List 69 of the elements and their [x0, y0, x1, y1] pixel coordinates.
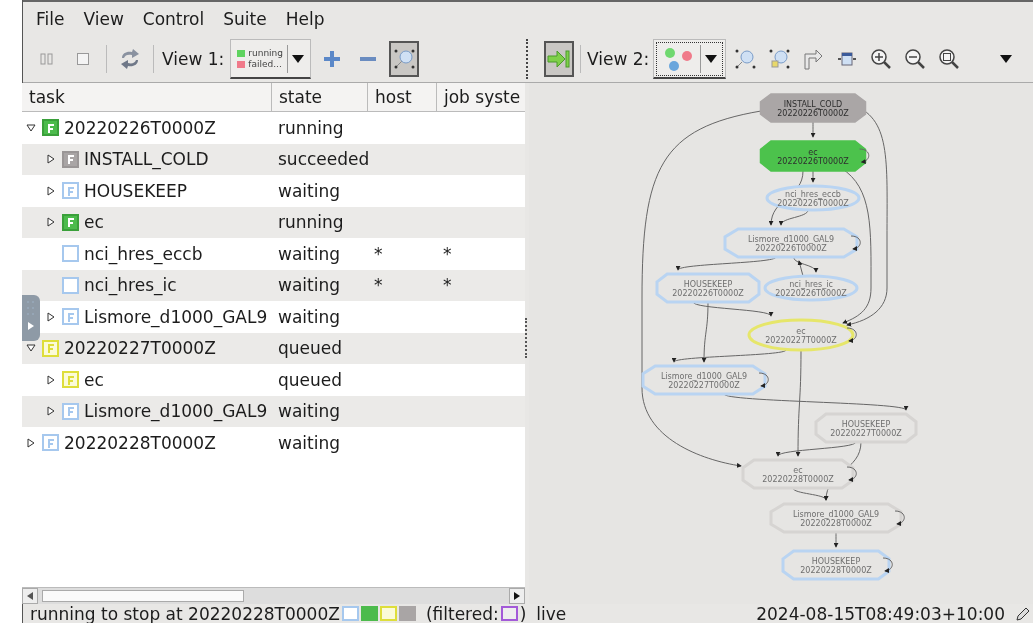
- menu-item[interactable]: File: [36, 9, 65, 29]
- node-cycle: 20220226T0000Z: [775, 289, 847, 298]
- legend-text: running: [248, 48, 284, 58]
- column-header[interactable]: task: [22, 83, 272, 111]
- node-name: Lismore_d1000_GAL9: [660, 371, 748, 381]
- state-text: waiting: [278, 432, 340, 453]
- job-system-text: *: [443, 275, 452, 296]
- state-text: queued: [278, 338, 343, 359]
- task-name[interactable]: nci_hres_eccb: [84, 243, 203, 264]
- legend-text: failed...: [248, 59, 282, 69]
- task-name[interactable]: HOUSEKEEP: [84, 180, 188, 201]
- state-text: waiting: [278, 243, 340, 264]
- node-name: ec: [808, 147, 818, 157]
- host-text: *: [374, 275, 383, 296]
- node-name: nci_hres_eccb: [785, 189, 841, 199]
- status-message: running to stop at 20220228T0000Z: [30, 603, 340, 623]
- state-text: waiting: [278, 306, 340, 327]
- node-cycle: 20220226T0000Z: [777, 109, 849, 118]
- view-label: View 1:: [162, 49, 225, 69]
- node-name: HOUSEKEEP: [841, 419, 891, 429]
- host-text: *: [374, 243, 383, 264]
- task-name[interactable]: 20220227T0000Z: [64, 338, 216, 359]
- view-label: View 2:: [587, 49, 650, 69]
- column-header[interactable]: job syste: [437, 83, 525, 111]
- state-text: queued: [278, 369, 343, 390]
- task-name[interactable]: ec: [84, 369, 104, 390]
- task-name[interactable]: INSTALL_COLD: [84, 149, 209, 170]
- view-combo[interactable]: running failed...: [230, 39, 312, 79]
- state-text: waiting: [278, 275, 340, 296]
- state-text: succeeded: [278, 149, 370, 170]
- node-cycle: 20220227T0000Z: [668, 381, 740, 390]
- menu-item[interactable]: Control: [142, 9, 205, 29]
- state-text: waiting: [278, 180, 340, 201]
- node-cycle: 20220228T0000Z: [800, 519, 872, 528]
- task-name[interactable]: 20220226T0000Z: [64, 117, 216, 138]
- state-text: running: [278, 117, 344, 138]
- node-name: Lismore_d1000_GAL9: [792, 509, 880, 519]
- job-system-text: *: [443, 243, 452, 264]
- node-cycle: 20220226T0000Z: [755, 244, 827, 253]
- node-cycle: 20220226T0000Z: [672, 289, 744, 298]
- filtered-close: ): [519, 603, 527, 623]
- node-name: INSTALL_COLD: [783, 99, 843, 109]
- state-text: waiting: [278, 401, 340, 422]
- menu-item[interactable]: View: [83, 9, 124, 29]
- menu-item[interactable]: Help: [285, 9, 325, 29]
- node-name: ec: [796, 326, 806, 336]
- node-cycle: 20220228T0000Z: [762, 475, 834, 484]
- node-name: HOUSEKEEP: [683, 279, 733, 289]
- task-name[interactable]: Lismore_d1000_GAL9: [84, 401, 268, 422]
- column-header[interactable]: host: [368, 83, 437, 111]
- node-name: Lismore_d1000_GAL9: [747, 234, 835, 244]
- task-name[interactable]: nci_hres_ic: [84, 275, 177, 296]
- node-name: nci_hres_ic: [789, 279, 833, 289]
- node-name: ec: [793, 465, 803, 475]
- node-cycle: 20220227T0000Z: [830, 429, 902, 438]
- state-text: running: [278, 212, 344, 233]
- time-text: 2024-08-15T08:49:03+10:00: [756, 603, 1005, 623]
- column-header[interactable]: state: [272, 83, 368, 111]
- node-cycle: 20220227T0000Z: [765, 336, 837, 345]
- node-cycle: 20220226T0000Z: [777, 157, 849, 166]
- task-name[interactable]: 20220228T0000Z: [64, 432, 216, 453]
- node-name: HOUSEKEEP: [811, 556, 861, 566]
- menu-item[interactable]: Suite: [223, 9, 267, 29]
- task-name[interactable]: Lismore_d1000_GAL9: [84, 306, 268, 327]
- mode-text: live: [536, 603, 567, 623]
- node-cycle: 20220226T0000Z: [777, 199, 849, 208]
- task-name[interactable]: ec: [84, 212, 104, 233]
- node-cycle: 20220228T0000Z: [800, 566, 872, 575]
- filtered-label: (filtered:: [425, 603, 499, 623]
